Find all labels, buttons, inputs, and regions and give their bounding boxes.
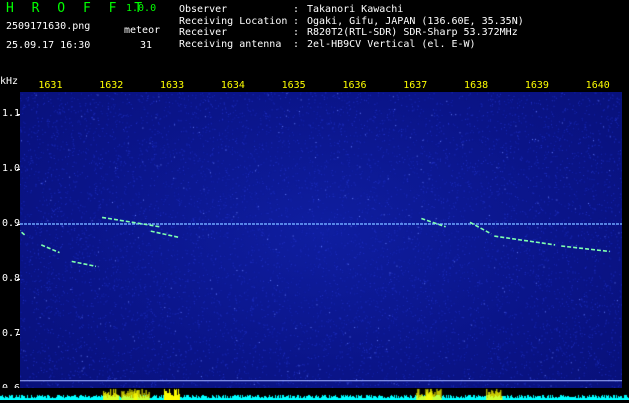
spectrogram-overlay: [20, 216, 622, 393]
x-tick-label: 1637: [403, 80, 428, 91]
info-row-observer: Observer: Takanori Kawachi: [179, 4, 524, 16]
meteor-trail: [494, 235, 556, 246]
info-key: Observer: [179, 4, 228, 15]
meteor-trail: [40, 244, 60, 254]
file-name: 2509171630.png: [6, 21, 91, 32]
amplitude-trace: [0, 388, 629, 400]
x-tick-label: 1634: [220, 80, 245, 91]
info-key: Receiving Location: [179, 15, 288, 27]
x-tick-label: 1636: [342, 80, 367, 91]
info-key: Receiving antenna: [179, 38, 282, 50]
info-value: R820T2(RTL-SDR) SDR-Sharp 53.372MHz: [307, 27, 518, 38]
meteor-count: 31: [140, 40, 153, 51]
info-key: Receiver: [179, 27, 228, 38]
info-sep: :: [293, 27, 300, 38]
y-unit-label: kHz: [0, 76, 19, 87]
meteor-trail: [20, 229, 27, 237]
info-value: Takanori Kawachi: [307, 4, 404, 15]
meteor-label: meteor: [124, 25, 161, 36]
meteor-trail: [71, 260, 97, 268]
date-time: 25.09.17 16:30: [6, 40, 91, 51]
x-tick-label: 1640: [585, 80, 610, 91]
meteor-trail: [561, 245, 610, 253]
info-value: 2el-HB9CV Vertical (el. E-W): [307, 38, 476, 50]
meteor-trail: [421, 217, 446, 228]
x-tick-label: 1631: [38, 80, 63, 91]
info-row-antenna: Receiving antenna:2el-HB9CV Vertical (el…: [179, 39, 524, 51]
info-sep: :: [293, 15, 300, 27]
x-tick-label: 1633: [160, 80, 185, 91]
meteor-trail: [150, 230, 179, 238]
info-value: Ogaki, Gifu, JAPAN (136.60E, 35.35N): [307, 15, 524, 27]
x-tick-label: 1632: [99, 80, 124, 91]
app-version: 1.0.0: [126, 3, 157, 14]
info-sep: :: [293, 38, 300, 50]
info-row-location: Receiving Location: Ogaki, Gifu, JAPAN (1…: [179, 16, 524, 28]
x-tick-label: 1635: [281, 80, 306, 91]
x-tick-label: 1639: [524, 80, 549, 91]
spectrogram-plot: [20, 92, 622, 400]
station-info: Observer: Takanori Kawachi Receiving Loca…: [179, 4, 524, 50]
x-tick-label: 1638: [464, 80, 489, 91]
info-sep: :: [293, 4, 300, 15]
amplitude-strip: [0, 388, 629, 400]
info-row-receiver: Receiver: R820T2(RTL-SDR) SDR-Sharp 53.37…: [179, 27, 524, 39]
header-panel: H R O F F T 1.0.0 2509171630.png 25.09.1…: [0, 0, 629, 80]
meteor-trail: [101, 216, 160, 228]
